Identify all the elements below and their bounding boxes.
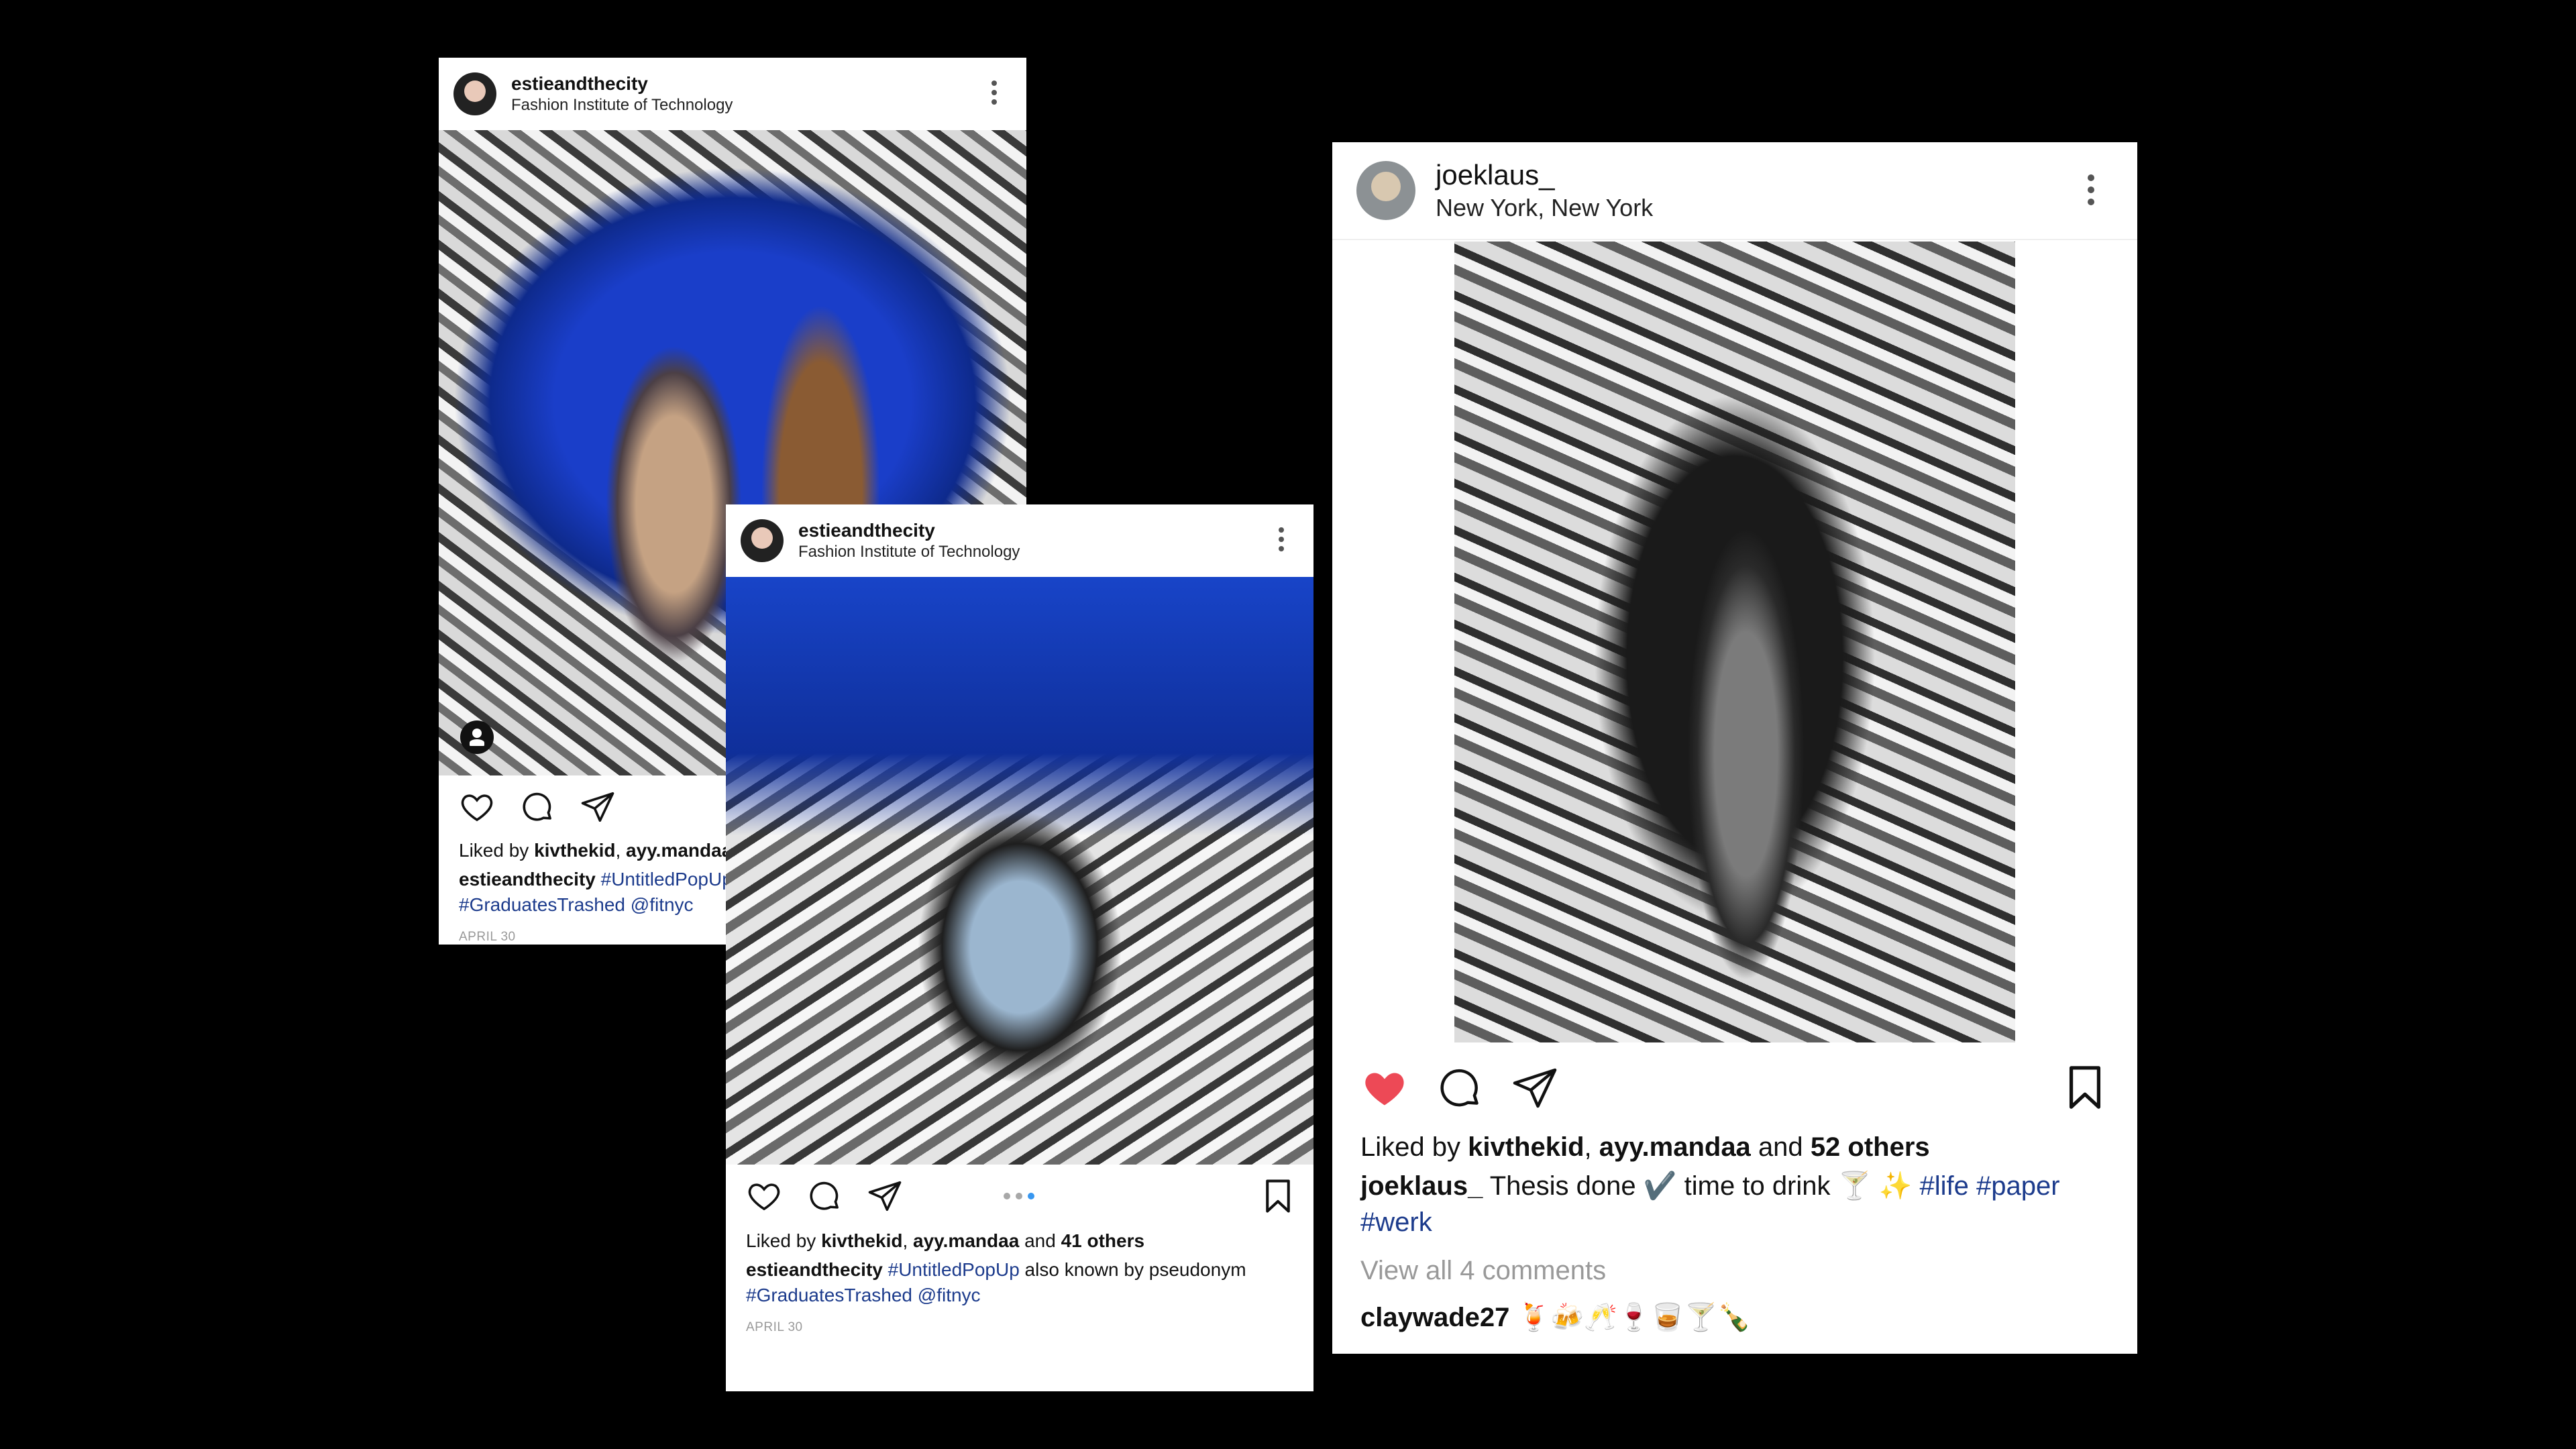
comment-icon[interactable]: [1436, 1064, 1484, 1112]
post-photo[interactable]: [1454, 241, 2015, 1042]
post-date: APRIL 30: [746, 1320, 803, 1334]
post-card-3: joeklaus_ New York, New York Liked by ki…: [1332, 142, 2137, 1354]
post-actions: [1360, 1064, 1559, 1112]
mention-link[interactable]: @fitnyc: [918, 1285, 981, 1305]
post-date: APRIL 30: [459, 930, 516, 944]
hashtag-link[interactable]: #paper: [1976, 1171, 2060, 1201]
post-username[interactable]: estieandthecity: [511, 73, 733, 95]
heart-icon[interactable]: [1360, 1064, 1409, 1112]
post-username[interactable]: estieandthecity: [798, 520, 1020, 541]
caption-text: Thesis done ✔️ time to drink 🍸 ✨: [1489, 1171, 1913, 1201]
mention-link[interactable]: @fitnyc: [631, 894, 694, 915]
more-options-icon[interactable]: [1279, 527, 1284, 551]
likes-text: Liked by kivthekid, ayy.mandaa and 41 ot…: [746, 1230, 1145, 1251]
likes-text: Liked by kivthekid, ayy.mandaa: [459, 840, 733, 861]
liked-user-link[interactable]: ayy.mandaa: [1599, 1132, 1751, 1162]
more-options-icon[interactable]: [991, 80, 997, 105]
post-caption: joeklaus_ Thesis done ✔️ time to drink 🍸…: [1360, 1169, 2105, 1240]
caption-username[interactable]: joeklaus_: [1360, 1171, 1483, 1201]
avatar[interactable]: [741, 519, 784, 562]
post-actions: [746, 1178, 903, 1214]
comment-text: 🍹🍻🥂🍷🥃🍸🍾: [1517, 1303, 1752, 1332]
liked-user-link[interactable]: ayy.mandaa: [626, 840, 732, 861]
share-icon[interactable]: [1511, 1064, 1559, 1112]
hashtag-link[interactable]: #UntitledPopUp: [601, 869, 733, 890]
post-username[interactable]: joeklaus_: [1436, 159, 1653, 191]
hashtag-link[interactable]: #werk: [1360, 1208, 1432, 1237]
liked-others-link[interactable]: 52 others: [1811, 1132, 1930, 1162]
caption-text: also known by pseudonym: [1024, 1259, 1246, 1280]
hashtag-link[interactable]: #UntitledPopUp: [888, 1259, 1020, 1280]
liked-user-link[interactable]: kivthekid: [534, 840, 615, 861]
liked-user-link[interactable]: ayy.mandaa: [913, 1230, 1019, 1251]
liked-user-link[interactable]: kivthekid: [821, 1230, 902, 1251]
bookmark-icon[interactable]: [1263, 1178, 1293, 1214]
more-options-icon[interactable]: [2088, 174, 2094, 205]
avatar[interactable]: [1356, 161, 1415, 220]
carousel-indicator: [1004, 1193, 1034, 1199]
share-icon[interactable]: [867, 1178, 903, 1214]
bookmark-icon[interactable]: [2065, 1064, 2105, 1111]
likes-text: Liked by kivthekid, ayy.mandaa and 52 ot…: [1360, 1132, 1930, 1162]
post-header: estieandthecity Fashion Institute of Tec…: [726, 504, 1313, 577]
hashtag-link[interactable]: #life: [1919, 1171, 1968, 1201]
hashtag-link[interactable]: #GraduatesTrashed: [459, 894, 625, 915]
share-icon[interactable]: [580, 789, 616, 825]
avatar[interactable]: [453, 72, 496, 115]
post-location[interactable]: Fashion Institute of Technology: [798, 543, 1020, 561]
comment-icon[interactable]: [806, 1178, 843, 1214]
liked-user-link[interactable]: kivthekid: [1468, 1132, 1584, 1162]
caption-username[interactable]: estieandthecity: [459, 869, 596, 890]
heart-icon[interactable]: [746, 1178, 782, 1214]
liked-others-link[interactable]: 41 others: [1061, 1230, 1145, 1251]
post-photo[interactable]: [726, 577, 1313, 1165]
user-tag-icon[interactable]: [460, 720, 494, 754]
comment-row: claywade27 🍹🍻🥂🍷🥃🍸🍾: [1360, 1301, 1751, 1333]
caption-username[interactable]: estieandthecity: [746, 1259, 883, 1280]
post-actions: [459, 789, 616, 825]
post-header: estieandthecity Fashion Institute of Tec…: [439, 58, 1026, 130]
post-header: joeklaus_ New York, New York: [1332, 142, 2137, 240]
heart-icon[interactable]: [459, 789, 495, 825]
hashtag-link[interactable]: #GraduatesTrashed: [746, 1285, 912, 1305]
comment-username[interactable]: claywade27: [1360, 1303, 1509, 1332]
post-caption: estieandthecity #UntitledPopUp also know…: [746, 1257, 1296, 1308]
view-all-comments-link[interactable]: View all 4 comments: [1360, 1256, 1606, 1286]
post-card-2: estieandthecity Fashion Institute of Tec…: [726, 504, 1313, 1391]
post-location[interactable]: Fashion Institute of Technology: [511, 96, 733, 115]
post-location[interactable]: New York, New York: [1436, 194, 1653, 222]
comment-icon[interactable]: [519, 789, 555, 825]
